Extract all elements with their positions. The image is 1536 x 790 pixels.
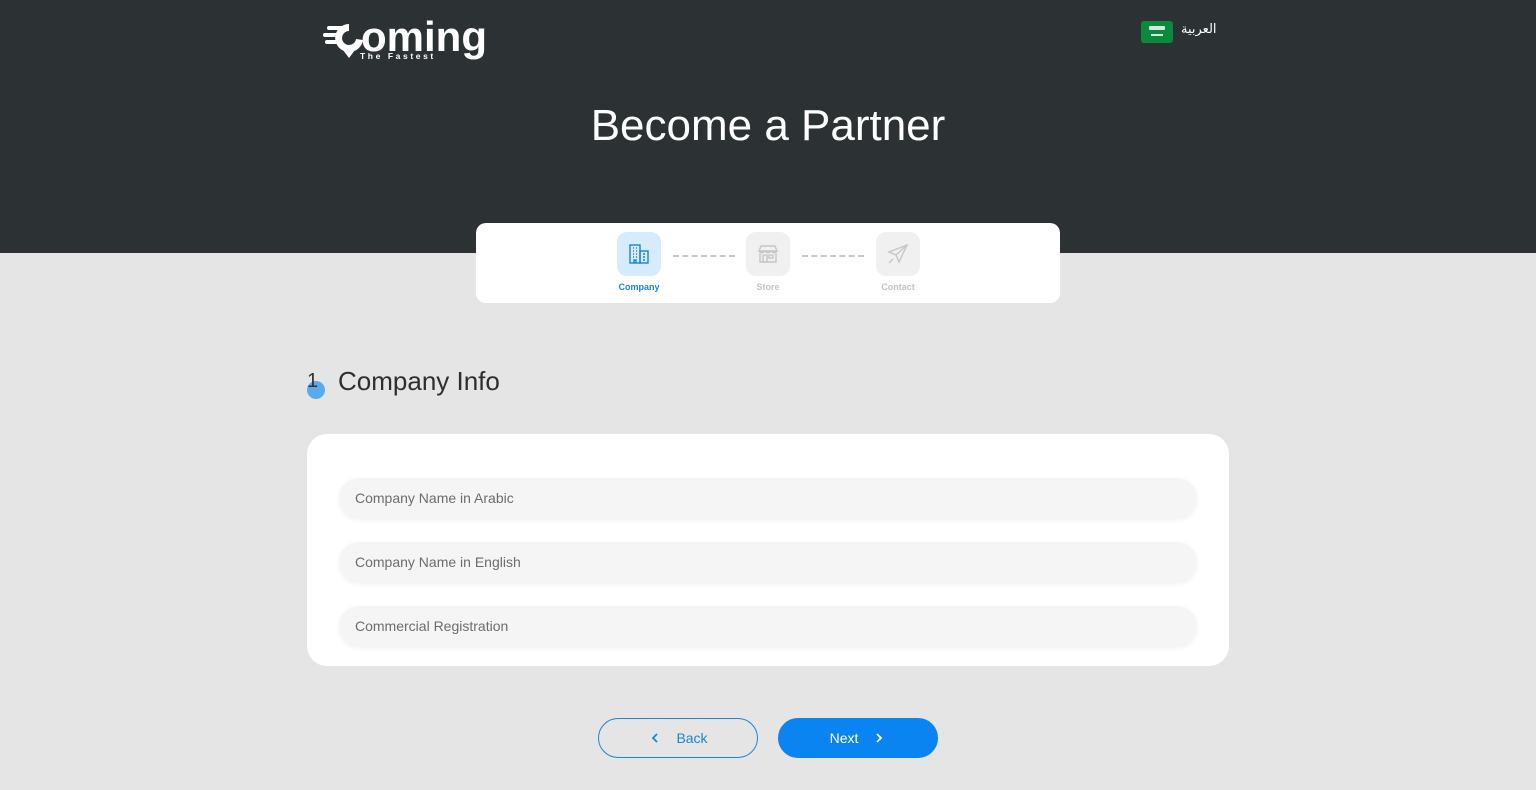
step-store[interactable]: Store xyxy=(733,232,803,292)
back-button-label: Back xyxy=(676,730,708,746)
page-title: Become a Partner xyxy=(590,101,946,150)
language-label: العربية xyxy=(1181,21,1217,36)
company-name-english-input[interactable] xyxy=(339,542,1197,582)
step-company[interactable]: Company xyxy=(604,232,674,292)
step-contact[interactable]: Contact xyxy=(863,232,933,292)
step-label: Company xyxy=(618,282,660,292)
company-info-form xyxy=(307,434,1229,666)
logo-tagline: The Fastest xyxy=(360,51,436,61)
section-title: Company Info xyxy=(338,366,500,396)
section-number: 1 xyxy=(307,370,319,392)
chevron-left-icon xyxy=(648,731,662,745)
back-button[interactable]: Back xyxy=(598,718,758,758)
step-label: Contact xyxy=(881,282,915,292)
logo-mark-icon xyxy=(323,24,363,58)
progress-stepper: Company Store Contact xyxy=(476,223,1060,303)
step-connector xyxy=(802,255,864,257)
saudi-flag-icon xyxy=(1141,21,1173,43)
store-icon xyxy=(746,232,790,276)
next-button[interactable]: Next xyxy=(778,718,938,758)
language-switcher[interactable]: العربية xyxy=(1141,20,1217,44)
commercial-registration-input[interactable] xyxy=(339,606,1197,646)
step-label: Store xyxy=(756,282,780,292)
next-button-label: Next xyxy=(829,730,859,746)
company-name-arabic-input[interactable] xyxy=(339,478,1197,518)
coming-logo[interactable]: oming The Fastest xyxy=(323,14,487,64)
paper-plane-icon xyxy=(876,232,920,276)
step-connector xyxy=(673,255,735,257)
building-icon xyxy=(617,232,661,276)
chevron-right-icon xyxy=(872,731,886,745)
